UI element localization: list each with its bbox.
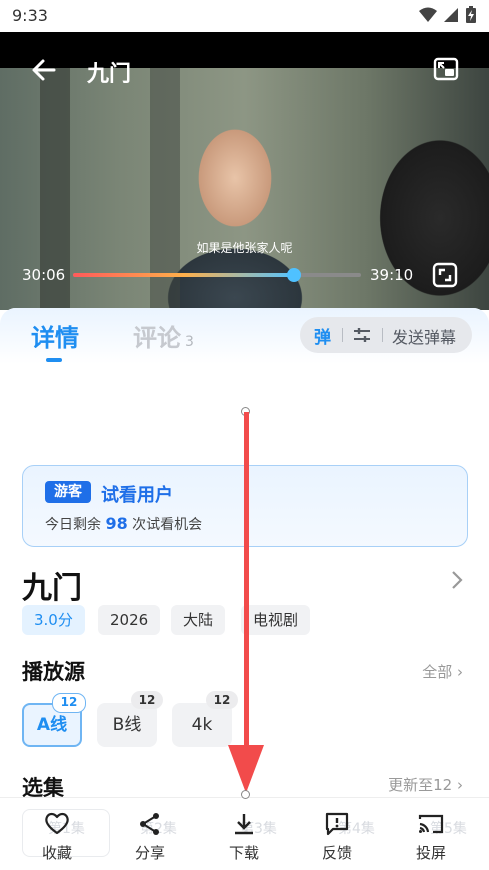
download-button[interactable]: 下载 (209, 812, 279, 863)
feedback-icon (325, 812, 349, 836)
guest-trial-count: 98 (105, 514, 128, 533)
cast-label: 投屏 (415, 844, 446, 862)
player-top-bar: 九门 (0, 32, 489, 108)
favorite-button[interactable]: 收藏 (22, 812, 92, 863)
tag-score: 3.0分 (22, 605, 85, 635)
episodes-update-label: 更新至12 (388, 776, 453, 794)
tab-comments-label: 评论 (133, 324, 181, 352)
episodes-update-link[interactable]: 更新至12 › (388, 774, 463, 795)
back-arrow-icon[interactable] (30, 56, 58, 84)
share-icon (140, 813, 159, 835)
feedback-button[interactable]: 反馈 (302, 812, 372, 863)
source-count-badge: 12 (206, 691, 238, 709)
picture-in-picture-icon[interactable] (433, 56, 459, 82)
bottom-action-bar: 第1集 第2集 第3集 第4集 第5集 收藏 分享 下载 反馈 投屏 (0, 797, 489, 870)
video-subtitle: 如果是他张家人呢 (196, 241, 293, 255)
sources-all-link[interactable]: 全部 › (422, 661, 463, 682)
guest-trial-suffix: 次试看机会 (132, 517, 203, 533)
source-4k[interactable]: 4k 12 (172, 691, 238, 747)
show-title: 九门 (22, 571, 82, 606)
tab-active-indicator (46, 358, 62, 362)
download-label: 下载 (228, 844, 259, 862)
guest-badge: 游客 (45, 481, 91, 503)
tab-comments[interactable]: 评论 3 (133, 318, 194, 353)
divider (382, 328, 383, 342)
status-time: 9:33 (12, 6, 48, 25)
share-button[interactable]: 分享 (115, 812, 185, 863)
duration-time: 39:10 (370, 266, 414, 284)
source-label: B线 (112, 715, 142, 735)
feedback-label: 反馈 (321, 844, 352, 862)
source-count-badge: 12 (52, 693, 86, 713)
guest-trial-info: 今日剩余 98 次试看机会 (45, 514, 202, 534)
source-label: A线 (36, 715, 68, 735)
guest-title: 试看用户 (101, 485, 173, 506)
current-time: 30:06 (22, 266, 66, 284)
status-bar: 9:33 (0, 0, 489, 32)
divider (342, 328, 343, 342)
swipe-arrow-head (228, 745, 264, 793)
cast-button[interactable]: 投屏 (396, 812, 466, 863)
cast-icon (418, 814, 444, 834)
heart-icon (45, 812, 69, 835)
video-title: 九门 (87, 62, 132, 87)
tag-year: 2026 (98, 605, 161, 635)
battery-icon (466, 6, 476, 23)
source-a-line[interactable]: A线 12 (22, 693, 86, 747)
fullscreen-icon[interactable] (432, 262, 458, 288)
danmu-bar: 弹 发送弹幕 (300, 317, 472, 353)
signal-icon (444, 8, 458, 22)
wifi-icon (419, 7, 437, 22)
source-count-badge: 12 (131, 691, 163, 709)
swipe-arrow-line (244, 412, 249, 757)
tag-genre: 电视剧 (241, 605, 311, 635)
video-player[interactable]: 九门 如果是他张家人呢 30:06 39:10 (0, 32, 489, 310)
status-icons (419, 6, 477, 24)
tab-detail[interactable]: 详情 (31, 318, 79, 353)
comment-count: 3 (185, 334, 194, 350)
progress-fill (73, 273, 295, 277)
source-label: 4k (191, 715, 213, 735)
sources-title: 播放源 (22, 660, 85, 684)
tab-bar: 详情 评论 3 弹 发送弹幕 (0, 308, 489, 364)
sources-all-label: 全部 (422, 663, 453, 681)
send-danmu-button[interactable]: 发送弹幕 (392, 324, 456, 348)
gesture-end-dot (241, 790, 250, 799)
chevron-right-icon[interactable] (451, 570, 463, 590)
danmu-toggle-button[interactable]: 弹 (314, 323, 331, 348)
download-icon (235, 814, 253, 835)
source-b-line[interactable]: B线 12 (97, 691, 163, 747)
danmu-settings-icon[interactable] (352, 326, 372, 344)
tag-region: 大陆 (171, 605, 226, 635)
progress-bar[interactable] (73, 268, 361, 282)
share-label: 分享 (134, 844, 165, 862)
guest-trial-prefix: 今日剩余 (45, 517, 101, 533)
favorite-label: 收藏 (41, 844, 72, 862)
